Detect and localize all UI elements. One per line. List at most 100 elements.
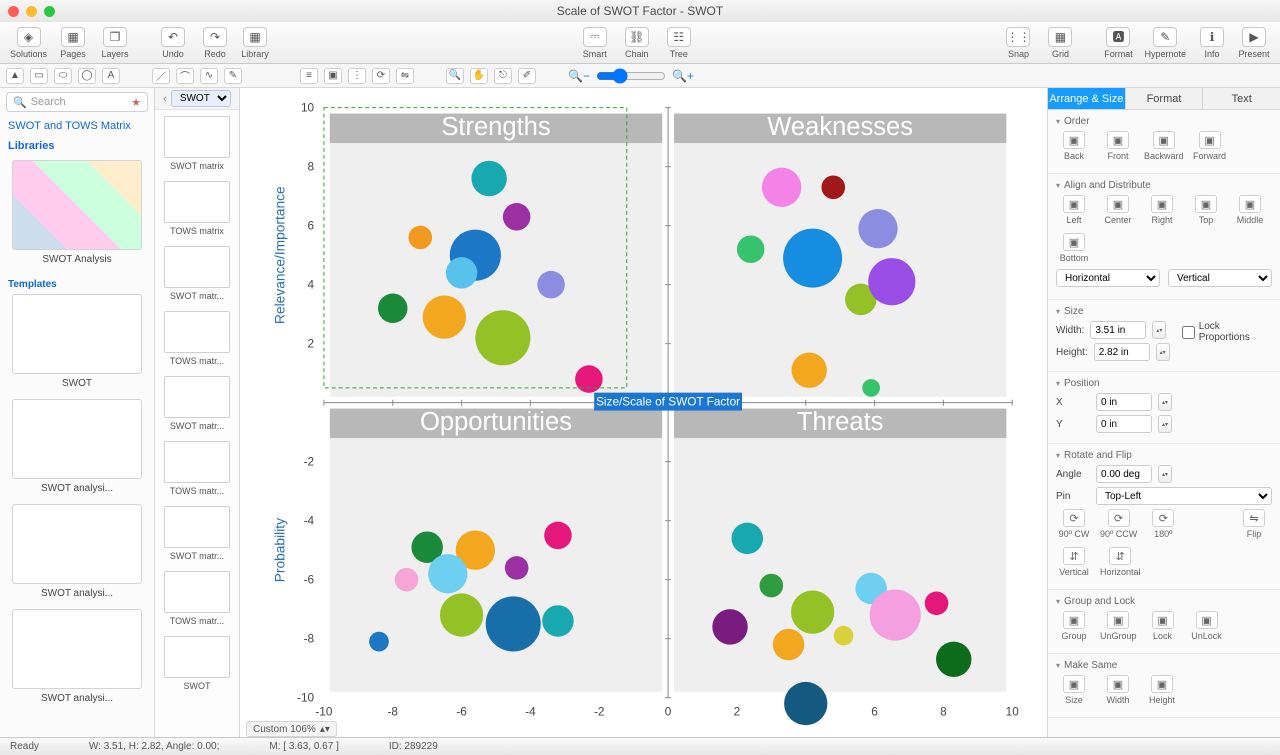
section-templates[interactable]: Templates: [6, 275, 148, 294]
minimize-window[interactable]: [26, 6, 37, 17]
group-button[interactable]: ▣Group: [1056, 611, 1092, 641]
bubble[interactable]: [475, 310, 530, 365]
top-button[interactable]: ▣Top: [1188, 195, 1224, 225]
bubble[interactable]: [870, 590, 921, 641]
y-stepper[interactable]: ▴▾: [1158, 415, 1172, 433]
library-shape[interactable]: SWOT matr...: [159, 506, 235, 561]
horizontal-button[interactable]: ⇵Horizontal: [1100, 547, 1141, 577]
90-cw-button[interactable]: ⟳90º CW: [1056, 509, 1092, 539]
bubble[interactable]: [936, 642, 971, 677]
bubble[interactable]: [732, 523, 763, 554]
bubble[interactable]: [737, 236, 765, 264]
bubble[interactable]: [486, 596, 541, 651]
library-shape[interactable]: TOWS matrix: [159, 181, 235, 236]
back-button[interactable]: ▣Back: [1056, 131, 1092, 161]
ungroup-button[interactable]: ▣UnGroup: [1100, 611, 1137, 641]
eyedrop-tool[interactable]: ✐: [518, 68, 536, 84]
bubble[interactable]: [868, 258, 915, 305]
bubble[interactable]: [423, 295, 466, 338]
smart-button[interactable]: ⎓Smart: [575, 25, 615, 61]
bubble[interactable]: [503, 203, 531, 231]
lock-proportions[interactable]: Lock Proportions: [1182, 321, 1272, 343]
left-button[interactable]: ▣Left: [1056, 195, 1092, 225]
bubble[interactable]: [544, 522, 572, 550]
snap-button[interactable]: ⋮⋮Snap: [998, 25, 1038, 61]
x-field[interactable]: [1096, 393, 1152, 411]
tab-text[interactable]: Text: [1203, 88, 1280, 110]
bubble[interactable]: [369, 632, 389, 652]
bubble[interactable]: [712, 609, 747, 644]
width-stepper[interactable]: ▴▾: [1152, 321, 1166, 339]
pointer-tool[interactable]: ▲: [6, 68, 24, 84]
template-card[interactable]: SWOT: [6, 294, 148, 389]
forward-button[interactable]: ▣Forward: [1192, 131, 1228, 161]
zoom-slider[interactable]: [596, 68, 666, 84]
x-stepper[interactable]: ▴▾: [1158, 393, 1172, 411]
zoom-indicator[interactable]: Custom 106% ▴▾: [246, 721, 337, 737]
bubble[interactable]: [791, 590, 834, 633]
lock-button[interactable]: ▣Lock: [1145, 611, 1181, 641]
y-field[interactable]: [1096, 415, 1152, 433]
90-ccw-button[interactable]: ⟳90º CCW: [1100, 509, 1137, 539]
bubble[interactable]: [834, 626, 854, 646]
library-shape[interactable]: SWOT matrix: [159, 116, 235, 171]
bubble[interactable]: [821, 176, 845, 200]
tab-arrange-size[interactable]: Arrange & Size: [1048, 88, 1126, 110]
info-button[interactable]: ℹInfo: [1192, 25, 1232, 61]
bubble[interactable]: [791, 353, 826, 388]
middle-button[interactable]: ▣Middle: [1232, 195, 1268, 225]
bubble[interactable]: [925, 591, 949, 615]
unlock-button[interactable]: ▣UnLock: [1189, 611, 1225, 641]
horiz-dist-select[interactable]: Horizontal: [1056, 269, 1160, 287]
bubble[interactable]: [378, 294, 408, 324]
hypernote-button[interactable]: ✎Hypernote: [1140, 25, 1190, 61]
hand-tool[interactable]: ✋: [470, 68, 488, 84]
library-shape[interactable]: TOWS matr...: [159, 571, 235, 626]
library-shape[interactable]: SWOT matr...: [159, 376, 235, 431]
bubble[interactable]: [395, 568, 419, 592]
zoom-window[interactable]: [44, 6, 55, 17]
library-selector[interactable]: SWOT: [171, 90, 231, 107]
flip-button[interactable]: ⇋Flip: [1236, 509, 1272, 539]
bubble[interactable]: [760, 574, 784, 598]
pin-select[interactable]: Top-Left: [1096, 487, 1272, 505]
chain-button[interactable]: ⛓Chain: [617, 25, 657, 61]
arc-tool[interactable]: ⌒: [176, 68, 194, 84]
bubble[interactable]: [784, 682, 827, 725]
tree-button[interactable]: ☷Tree: [659, 25, 699, 61]
layers-button[interactable]: ❐Layers: [95, 25, 135, 61]
bubble[interactable]: [408, 226, 432, 250]
library-card[interactable]: SWOT Analysis: [6, 160, 148, 265]
bubble[interactable]: [428, 554, 467, 593]
zoom-out-icon[interactable]: 🔍−: [568, 69, 590, 83]
nav-back-icon[interactable]: ‹: [163, 93, 167, 105]
canvas[interactable]: StrengthsWeaknessesOpportunitiesThreats-…: [240, 88, 1048, 737]
flip-tool[interactable]: ⇋: [396, 68, 414, 84]
redo-button[interactable]: ↷Redo: [195, 25, 235, 61]
format-button[interactable]: 🅰Format: [1098, 25, 1138, 61]
zoom-in-icon[interactable]: 🔍+: [672, 69, 694, 83]
bubble[interactable]: [471, 161, 506, 196]
bubble[interactable]: [505, 556, 529, 580]
library-shape[interactable]: TOWS matr...: [159, 441, 235, 496]
vert-dist-select[interactable]: Vertical: [1168, 269, 1272, 287]
bubble[interactable]: [440, 593, 483, 636]
bubble[interactable]: [773, 629, 804, 660]
library-shape[interactable]: SWOT matr...: [159, 246, 235, 301]
width-button[interactable]: ▣Width: [1100, 675, 1136, 705]
zoom-tool[interactable]: 🔍: [446, 68, 464, 84]
rrect-tool[interactable]: ⬭: [54, 68, 72, 84]
bubble[interactable]: [862, 379, 880, 397]
pen-tool[interactable]: ✎: [224, 68, 242, 84]
align-tool[interactable]: ≡: [300, 68, 318, 84]
bubble[interactable]: [575, 365, 603, 393]
section-libraries[interactable]: Libraries: [0, 136, 154, 156]
distribute-tool[interactable]: ⋮: [348, 68, 366, 84]
template-card[interactable]: SWOT analysi...: [6, 504, 148, 599]
bubble[interactable]: [446, 257, 477, 288]
width-field[interactable]: [1090, 321, 1146, 339]
spline-tool[interactable]: ∿: [200, 68, 218, 84]
section-swot-tows[interactable]: SWOT and TOWS Matrix: [0, 116, 154, 136]
bookmark-icon[interactable]: ★: [131, 96, 141, 109]
line-tool[interactable]: ／: [152, 68, 170, 84]
